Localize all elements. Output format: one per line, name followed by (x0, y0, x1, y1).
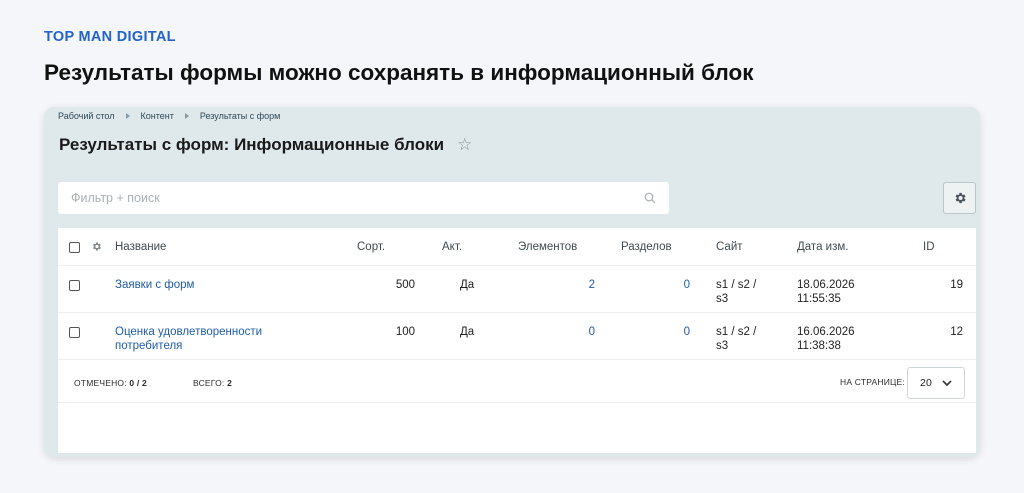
total-value: 2 (227, 378, 232, 388)
breadcrumb-item-desktop[interactable]: Рабочий стол (58, 111, 115, 121)
active-value: Да (460, 279, 475, 291)
column-header-sections[interactable]: Разделов (621, 240, 672, 254)
settings-button[interactable] (943, 182, 976, 214)
breadcrumb-item-content[interactable]: Контент (141, 111, 174, 121)
total-label: ВСЕГО: (193, 378, 225, 388)
marked-label: ОТМЕЧЕНО: (74, 378, 127, 388)
row-checkbox[interactable] (69, 280, 80, 291)
marked-counter: ОТМЕЧЕНО: 0 / 2 (74, 378, 147, 388)
search-input[interactable] (71, 191, 644, 205)
gear-icon (955, 192, 966, 204)
sections-count-link[interactable]: 0 (653, 325, 690, 339)
table-row[interactable]: Оценка удовлетворенности потребителя 100… (58, 313, 976, 360)
elements-count-link[interactable]: 2 (558, 278, 595, 292)
column-header-active[interactable]: Акт. (442, 240, 462, 254)
breadcrumb-separator-icon (125, 113, 130, 119)
per-page-value: 20 (920, 377, 933, 389)
chevron-down-icon (942, 379, 952, 386)
column-header-date[interactable]: Дата изм. (797, 240, 848, 254)
date-value: 18.06.2026 11:55:35 (797, 278, 855, 306)
row-checkbox[interactable] (69, 327, 80, 338)
breadcrumb: Рабочий стол Контент Результаты с форм (58, 111, 280, 121)
page-title: Результаты с форм: Информационные блоки (59, 135, 445, 154)
column-header-sort[interactable]: Сорт. (357, 240, 385, 254)
select-all-checkbox[interactable] (69, 242, 80, 253)
site-line: s1 / s2 / (716, 279, 757, 291)
breadcrumb-separator-icon (184, 113, 189, 119)
date-line: 16.06.2026 (797, 326, 855, 338)
column-header-name[interactable]: Название (115, 240, 166, 254)
site-value: s1 / s2 / s3 (716, 278, 756, 306)
time-line: 11:55:35 (797, 293, 841, 305)
star-outline-icon[interactable]: ☆ (457, 135, 472, 155)
filter-search-box[interactable] (58, 182, 669, 214)
breadcrumb-item-form-results[interactable]: Результаты с форм (200, 111, 281, 121)
search-icon[interactable] (644, 192, 656, 204)
sort-value: 500 (395, 279, 415, 291)
table-row[interactable]: Заявки с форм 500 Да 2 0 s1 / s2 / s3 18… (58, 266, 976, 313)
table-footer: ОТМЕЧЕНО: 0 / 2 ВСЕГО: 2 НА СТРАНИЦЕ: 20 (58, 361, 976, 403)
sections-count-link[interactable]: 0 (653, 278, 690, 292)
table-header-row: Название Сорт. Акт. Элементов Разделов С… (58, 228, 976, 266)
column-header-site[interactable]: Сайт (716, 240, 743, 254)
per-page-select[interactable]: 20 (907, 367, 965, 399)
iblock-table: Название Сорт. Акт. Элементов Разделов С… (58, 228, 976, 453)
total-counter: ВСЕГО: 2 (193, 378, 232, 388)
sort-value: 100 (395, 326, 415, 338)
per-page-label: НА СТРАНИЦЕ: (840, 377, 905, 387)
date-value: 16.06.2026 11:38:38 (797, 325, 855, 353)
site-line: s3 (716, 293, 729, 305)
admin-window: Рабочий стол Контент Результаты с форм Р… (44, 107, 980, 457)
headline: Результаты формы можно сохранять в инфор… (44, 60, 754, 85)
time-line: 11:38:38 (797, 340, 841, 352)
id-value: 12 (950, 326, 963, 338)
column-settings-icon[interactable] (91, 241, 102, 252)
brand-label: TOP MAN DIGITAL (44, 29, 176, 45)
column-header-elements[interactable]: Элементов (518, 240, 577, 254)
name-line[interactable]: потребителя (115, 340, 182, 352)
elements-count-link[interactable]: 0 (558, 325, 595, 339)
id-value: 19 (950, 279, 963, 291)
iblock-name-link[interactable]: Оценка удовлетворенности потребителя (115, 325, 262, 353)
active-value: Да (460, 326, 475, 338)
site-value: s1 / s2 / s3 (716, 325, 756, 353)
iblock-name-link[interactable]: Заявки с форм (115, 278, 194, 292)
site-line: s1 / s2 / (716, 326, 757, 338)
column-header-id[interactable]: ID (923, 240, 935, 254)
date-line: 18.06.2026 (797, 279, 855, 291)
site-line: s3 (716, 340, 729, 352)
name-line[interactable]: Оценка удовлетворенности (115, 326, 262, 338)
page-title-row: Результаты с форм: Информационные блоки … (59, 135, 472, 155)
marked-value: 0 / 2 (129, 378, 147, 388)
